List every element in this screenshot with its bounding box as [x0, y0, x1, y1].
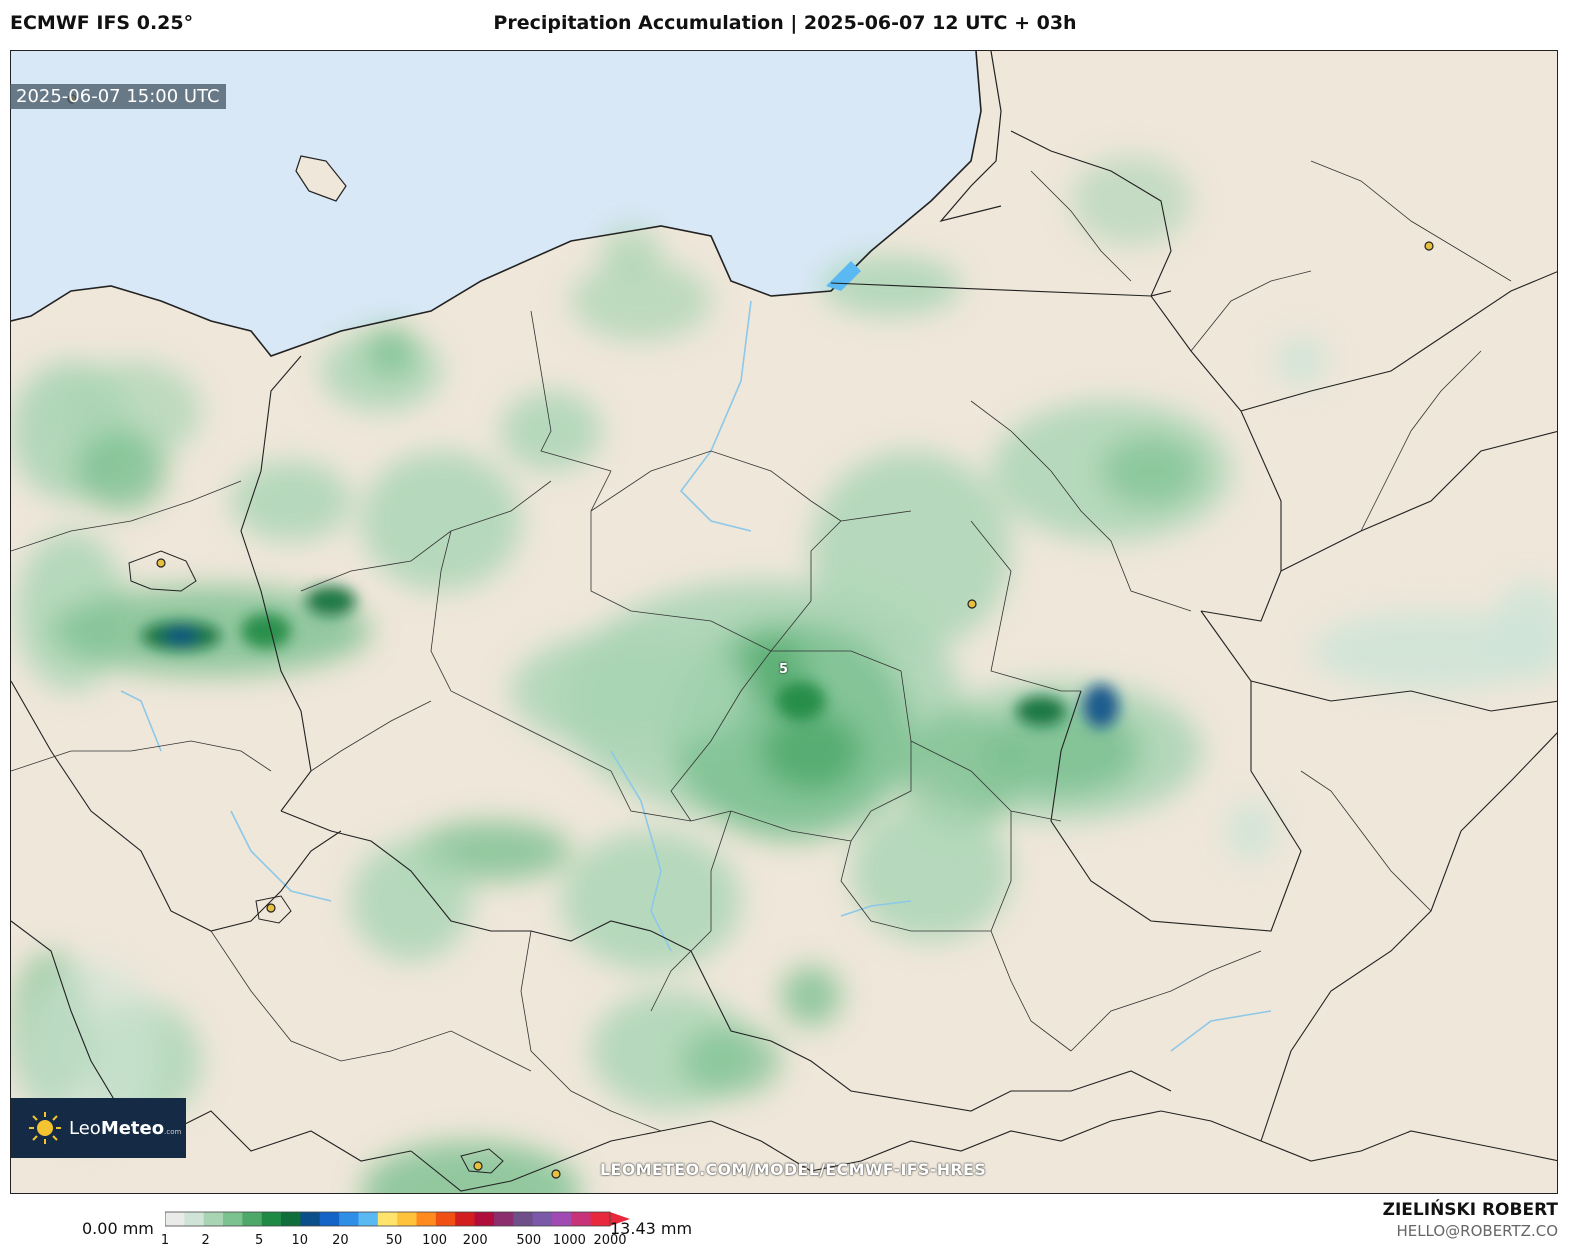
sun-icon	[29, 1112, 61, 1144]
colorbar-segment	[590, 1212, 611, 1226]
colorbar-segment	[397, 1212, 418, 1226]
colorbar-segment	[435, 1212, 456, 1226]
colorbar-segment	[358, 1212, 379, 1226]
colorbar-segment	[242, 1212, 263, 1226]
colorbar-segment	[571, 1212, 592, 1226]
colorbar-min-label: 0.00 mm	[82, 1219, 154, 1238]
colorbar-tick-label: 100	[422, 1233, 448, 1248]
colorbar-segment	[551, 1212, 572, 1226]
colorbar-tick-label: 50	[385, 1233, 403, 1248]
map-canvas	[11, 51, 1557, 1193]
precipitation-colorbar	[165, 1211, 630, 1227]
city-marker-vilnius	[1424, 241, 1434, 251]
colorbar-segment	[339, 1212, 359, 1226]
colorbar-segment	[281, 1212, 301, 1226]
colorbar-tick-label: 500	[516, 1233, 542, 1248]
colorbar-tick-label: 5	[255, 1233, 264, 1248]
city-marker-warsaw	[967, 599, 977, 609]
source-watermark: LEOMETEO.COM/MODEL/ECMWF-IFS-HRES	[600, 1160, 987, 1179]
colorbar-segment	[493, 1212, 514, 1226]
colorbar-segment	[165, 1212, 185, 1226]
leometeo-logo[interactable]: LeoMeteo.com	[11, 1098, 186, 1158]
colorbar-tick-label: 1000	[552, 1233, 586, 1248]
colorbar-segment	[513, 1212, 534, 1226]
colorbar-tick-label: 20	[332, 1233, 349, 1248]
colorbar-tick-label: 2	[201, 1233, 210, 1248]
precipitation-map[interactable]: 5	[10, 50, 1558, 1194]
colorbar-segment	[261, 1212, 282, 1226]
city-marker-berlin	[156, 558, 166, 568]
valid-time-label: 2025-06-07 15:00 UTC	[10, 84, 226, 109]
colorbar-segment	[474, 1212, 495, 1226]
colorbar-segment	[203, 1212, 224, 1226]
colorbar-segment	[319, 1212, 340, 1226]
colorbar-segment	[532, 1212, 553, 1226]
max-precip-label: 5	[779, 662, 789, 677]
city-marker-vienna	[473, 1161, 483, 1171]
colorbar-segment	[455, 1212, 476, 1226]
colorbar-tick-label: 1	[160, 1233, 170, 1248]
author-credit: ZIELIŃSKI ROBERT	[1382, 1200, 1558, 1220]
city-marker-prague	[266, 903, 276, 913]
colorbar-segment	[184, 1212, 205, 1226]
city-marker-bratislava	[551, 1169, 561, 1179]
colorbar-segment	[223, 1212, 243, 1226]
colorbar-segment	[416, 1212, 437, 1226]
colorbar-tick-label: 200	[462, 1233, 488, 1248]
logo-wordmark: LeoMeteo.com	[69, 1117, 182, 1139]
colorbar-segment	[300, 1212, 321, 1226]
colorbar-tick-label: 10	[291, 1233, 309, 1248]
colorbar-segment	[377, 1212, 398, 1226]
chart-title: Precipitation Accumulation | 2025-06-07 …	[493, 12, 1077, 34]
colorbar-tick-label: 2000	[593, 1233, 627, 1248]
author-email: HELLO@ROBERTZ.CO	[1396, 1222, 1558, 1240]
